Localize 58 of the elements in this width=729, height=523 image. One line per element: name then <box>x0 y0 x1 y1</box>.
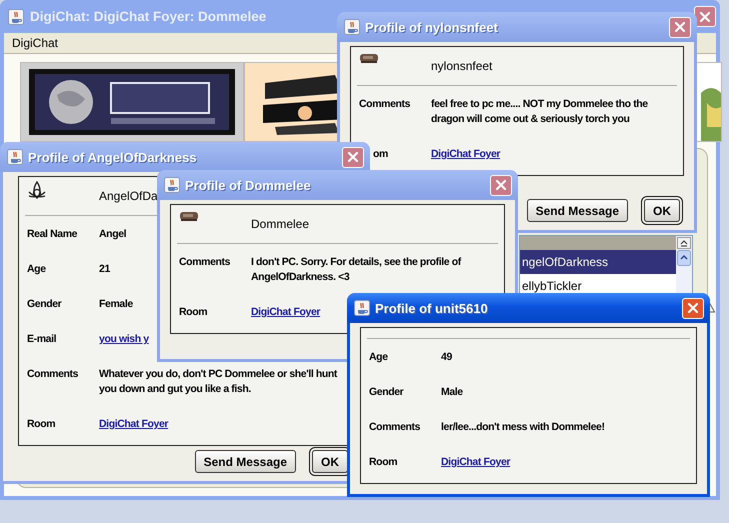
field-label: Comments <box>179 255 230 270</box>
field-value: Angel <box>99 227 126 242</box>
close-button[interactable] <box>669 16 691 38</box>
app-icon <box>344 19 360 35</box>
email-link[interactable]: you wish y <box>99 332 149 347</box>
field-label: Room <box>179 305 208 320</box>
dialog-button[interactable]: Send Message <box>526 199 628 222</box>
field-label: Gender <box>27 297 62 312</box>
window-title: DigiChat: DigiChat Foyer: Dommelee <box>30 9 268 24</box>
field-label: Gender <box>369 385 404 400</box>
app-icon <box>164 177 180 193</box>
app-icon <box>354 300 370 316</box>
close-button[interactable] <box>682 298 704 318</box>
room-link[interactable]: DigiChat Foyer <box>441 455 510 470</box>
field-value: 49 <box>441 350 452 365</box>
field-label: Comments <box>27 367 78 382</box>
dialog-button[interactable]: OK <box>312 450 348 473</box>
field-value: I don't PC. Sorry. For details, see the profile of AngelOfDarkness. <3 <box>251 255 462 285</box>
username: nylonsnfeet <box>431 59 492 73</box>
field-label: Room <box>27 417 56 432</box>
app-icon <box>7 149 23 165</box>
field-label: Comments <box>369 420 420 435</box>
field-value: feel free to pc me.... NOT my Dommelee tho the dragon will come out & seriously torch you <box>431 97 649 127</box>
field-label: Room <box>369 455 398 470</box>
close-button[interactable] <box>694 6 716 27</box>
room-link[interactable]: DigiChat Foyer <box>251 305 320 320</box>
field-value: 21 <box>99 262 110 277</box>
username: AngelOfDa <box>99 189 158 203</box>
field-value: ler/lee...don't mess with Dommelee! <box>441 420 605 435</box>
knot-icon <box>27 180 47 200</box>
window-title: Profile of unit5610 <box>375 300 489 316</box>
close-button[interactable] <box>490 174 512 196</box>
window-title: Profile of AngelOfDarkness <box>28 150 198 164</box>
field-value: Whatever you do, don't PC Dommelee or she'll hunt you down and gut you like a fish. <box>99 367 338 397</box>
user-list-item[interactable]: ngelOfDarkness <box>520 250 676 274</box>
room-link[interactable]: DigiChat Foyer <box>99 417 168 432</box>
close-icon <box>345 149 361 165</box>
close-icon <box>493 177 509 193</box>
app-icon <box>8 8 24 24</box>
menu-item[interactable]: DigiChat <box>10 35 60 51</box>
close-button[interactable] <box>342 146 364 168</box>
dialog-button[interactable]: OK <box>644 199 680 222</box>
close-icon <box>685 300 701 316</box>
room-link[interactable]: DigiChat Foyer <box>431 147 500 162</box>
field-label: Age <box>27 262 46 277</box>
field-label: om <box>372 147 388 162</box>
field-value: Female <box>99 297 133 312</box>
scroll-up-icon[interactable] <box>677 237 691 267</box>
username: Dommelee <box>251 217 310 231</box>
field-label: Real Name <box>27 227 78 242</box>
field-label: E-mail <box>27 332 56 347</box>
close-icon <box>672 19 688 35</box>
field-label: Comments <box>359 97 410 112</box>
window-title: Profile of Dommelee <box>185 178 312 192</box>
field-value: Male <box>441 385 463 400</box>
dialog-button[interactable]: Send Message <box>194 450 296 473</box>
window-title: Profile of nylonsnfeet <box>365 20 499 34</box>
field-label: Age <box>369 350 388 365</box>
